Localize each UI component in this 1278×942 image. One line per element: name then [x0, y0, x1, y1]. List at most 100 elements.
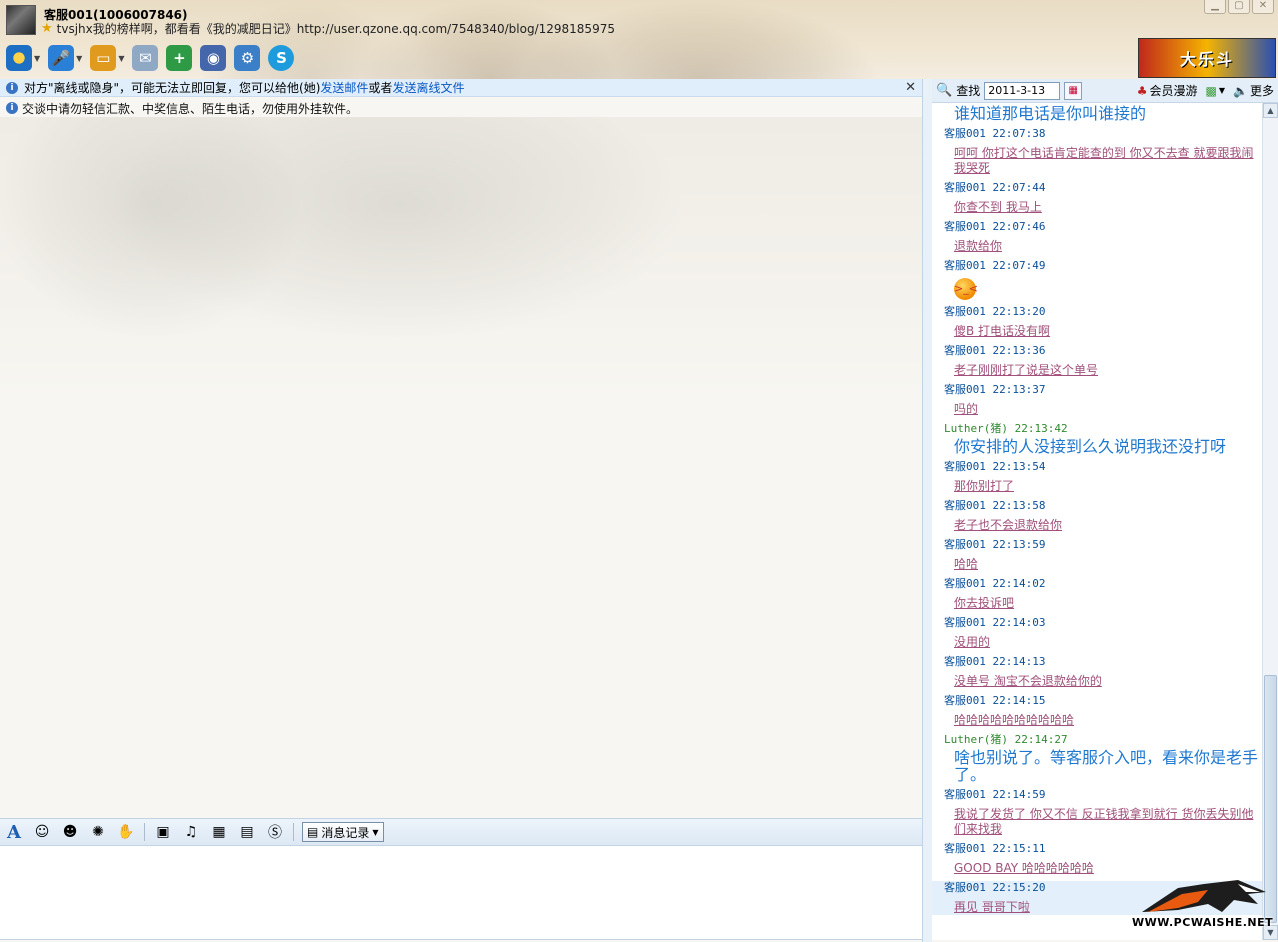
message-item: 客服001 22:07:49 >_< — [932, 259, 1262, 300]
search-icon: 🔍 — [936, 83, 953, 98]
message-input[interactable] — [0, 846, 922, 940]
toolbar: ▼ 🎤 ▼ ▭ ▼ ✉ + ◉ ⚙ S — [6, 44, 295, 72]
message-text: GOOD BAY 哈哈哈哈哈哈 — [954, 861, 1094, 875]
soso-icon[interactable]: Ⓢ — [265, 822, 285, 842]
message-item: 客服001 22:14:59 我说了发货了 你又不信 反正钱我拿到就行 货你丢失别… — [932, 788, 1262, 837]
signature[interactable]: tvsjhx我的榜样啊，都看看《我的减肥日记》http://user.qzone… — [57, 20, 615, 37]
close-icon[interactable]: ✕ — [1252, 0, 1274, 14]
message-history-button[interactable]: ▤ 消息记录 ▼ — [302, 822, 384, 842]
message-sender-time: Luther(猪) 22:13:42 — [944, 422, 1068, 435]
member-label: 会员漫游 — [1149, 84, 1198, 98]
background-painting — [0, 117, 300, 337]
safety-warning: i 交谈中请勿轻信汇款、中奖信息、陌生电话，勿使用外挂软件。 — [0, 99, 922, 117]
minimize-icon[interactable]: ▁ — [1204, 0, 1226, 14]
close-notice-icon[interactable]: ✕ — [905, 80, 916, 95]
message-text: 我说了发货了 你又不信 反正钱我拿到就行 货你丢失别他们来找我 — [954, 807, 1254, 836]
message-sender-time: Luther(猪) 22:14:27 — [944, 733, 1068, 746]
history-scrollbar[interactable]: ▲ ▼ — [1262, 103, 1278, 940]
panel-divider[interactable] — [922, 79, 932, 942]
gift-icon[interactable]: ✋ — [116, 822, 136, 842]
ad-banner[interactable]: 大乐斗 — [1138, 38, 1276, 78]
message-sender-time: 客服001 22:13:20 — [944, 305, 1046, 318]
message-text: 退款给你 — [954, 239, 1003, 253]
send-sms-button[interactable]: ✉ — [132, 44, 159, 72]
message-item: 客服001 22:07:38 呵呵 你打这个电话肯定能查的到 你又不去查 就要跟我… — [932, 127, 1262, 176]
member-roaming-button[interactable]: ♣ 会员漫游 — [1137, 82, 1198, 99]
send-mail-link[interactable]: 发送邮件 — [320, 81, 368, 95]
avatar[interactable] — [6, 5, 36, 35]
watermark: WWW.PCWAISHE.NET — [1132, 878, 1274, 934]
message-sender-time: 客服001 22:07:49 — [944, 259, 1046, 272]
send-offline-file-link[interactable]: 发送离线文件 — [392, 81, 464, 95]
message-text: 没用的 — [954, 635, 991, 649]
separator — [144, 823, 145, 841]
maximize-icon[interactable]: ▢ — [1228, 0, 1250, 14]
more-button[interactable]: 🔈 更多 — [1233, 82, 1274, 99]
message-sender-time: 客服001 22:14:15 — [944, 694, 1046, 707]
add-group-icon: + — [166, 45, 193, 71]
message-item: 客服001 22:07:44 你查不到 我马上 — [932, 181, 1262, 215]
app-settings-button[interactable]: ⚙ — [234, 44, 261, 72]
message-text: 啥也别说了。等客服介入吧，看来你是老手了。 — [954, 748, 1259, 784]
message-item: 客服001 22:13:36 老子刚刚打了说是这个单号 — [932, 344, 1262, 378]
message-sender-time: 客服001 22:14:03 — [944, 616, 1046, 629]
eagle-logo-icon — [1142, 880, 1266, 912]
separator — [293, 823, 294, 841]
image-icon[interactable]: ▣ — [153, 822, 173, 842]
member-icon: ♣ — [1136, 83, 1148, 98]
input-toolbar: A ☺ ☻ ✺ ✋ ▣ ♫ ▦ ▤ Ⓢ ▤ 消息记录 ▼ — [0, 818, 922, 846]
chat-display[interactable] — [0, 117, 922, 818]
message-item: 客服001 22:14:03 没用的 — [932, 616, 1262, 650]
message-text: 没单号 淘宝不会退款给你的 — [954, 674, 1102, 688]
export-button[interactable]: ▩ ▼ — [1206, 84, 1226, 98]
watermark-text: WWW.PCWAISHE.NET — [1132, 916, 1274, 929]
chevron-down-icon[interactable]: ▼ — [118, 54, 124, 63]
music-icon[interactable]: ♫ — [181, 822, 201, 842]
gear-icon: ⚙ — [234, 45, 261, 71]
chevron-down-icon: ▼ — [372, 827, 379, 837]
message-text: 谁知道那电话是你叫谁接的 — [954, 104, 1147, 123]
calendar-icon[interactable]: ▦ — [1064, 81, 1083, 100]
message-item: 客服001 22:13:58 老子也不会退款给你 — [932, 499, 1262, 533]
gift-box-icon[interactable]: ▦ — [209, 822, 229, 842]
message-item: 客服001 22:14:13 没单号 淘宝不会退款给你的 — [932, 655, 1262, 689]
chevron-down-icon[interactable]: ▼ — [34, 54, 40, 63]
message-sender-time: 客服001 22:14:02 — [944, 577, 1046, 590]
date-field[interactable]: 2011-3-13 — [984, 81, 1061, 100]
soso-button[interactable]: S — [268, 44, 295, 72]
font-icon[interactable]: A — [4, 822, 24, 843]
message-item: 谁知道那电话是你叫谁接的 — [932, 105, 1262, 122]
envelope-icon: ✉ — [132, 45, 159, 71]
remote-assist-button[interactable]: ◉ — [200, 44, 227, 72]
video-chat-button[interactable]: ▼ — [6, 44, 40, 72]
search-label[interactable]: 查找 — [956, 82, 980, 99]
message-history-list[interactable]: 谁知道那电话是你叫谁接的客服001 22:07:38 呵呵 你打这个电话肯定能查的… — [932, 103, 1262, 940]
message-sender-time: 客服001 22:13:59 — [944, 538, 1046, 551]
message-text: 那你别打了 — [954, 479, 1015, 493]
message-item: 客服001 22:15:11 GOOD BAY 哈哈哈哈哈哈 — [932, 842, 1262, 876]
message-sender-time: 客服001 22:14:13 — [944, 655, 1046, 668]
offline-notice: i 对方"离线或隐身"，可能无法立即回复，您可以给他(她)发送邮件或者发送离线文… — [0, 79, 922, 97]
smiley-icon[interactable]: ☺ — [32, 822, 52, 842]
screenshot-icon[interactable]: ▤ — [237, 822, 257, 842]
send-file-button[interactable]: ▭ ▼ — [90, 44, 124, 72]
history-actions: ♣ 会员漫游 ▩ ▼ 🔈 更多 — [1137, 82, 1274, 99]
speaker-icon: 🔈 — [1233, 83, 1248, 98]
message-text: 哈哈 — [954, 557, 979, 571]
chevron-down-icon: ▼ — [1218, 86, 1226, 95]
message-text: 你安排的人没接到么久说明我还没打呀 — [954, 437, 1227, 456]
voice-chat-button[interactable]: 🎤 ▼ — [48, 44, 82, 72]
shake-icon[interactable]: ✺ — [88, 822, 108, 842]
background-painting — [520, 0, 880, 80]
window-controls: ▁ ▢ ✕ — [1204, 0, 1274, 14]
soso-icon: S — [268, 45, 295, 71]
scroll-up-icon[interactable]: ▲ — [1263, 103, 1278, 118]
magic-face-icon[interactable]: ☻ — [60, 822, 80, 842]
create-group-button[interactable]: + — [166, 44, 193, 72]
more-label: 更多 — [1249, 84, 1274, 98]
chevron-down-icon[interactable]: ▼ — [76, 54, 82, 63]
message-item: 客服001 22:13:59 哈哈 — [932, 538, 1262, 572]
title-bar: 客服001(1006007846) ★ tvsjhx我的榜样啊，都看看《我的减肥… — [0, 0, 1278, 80]
warning-text: 交谈中请勿轻信汇款、中奖信息、陌生电话，勿使用外挂软件。 — [22, 101, 359, 116]
message-sender-time: 客服001 22:13:36 — [944, 344, 1046, 357]
